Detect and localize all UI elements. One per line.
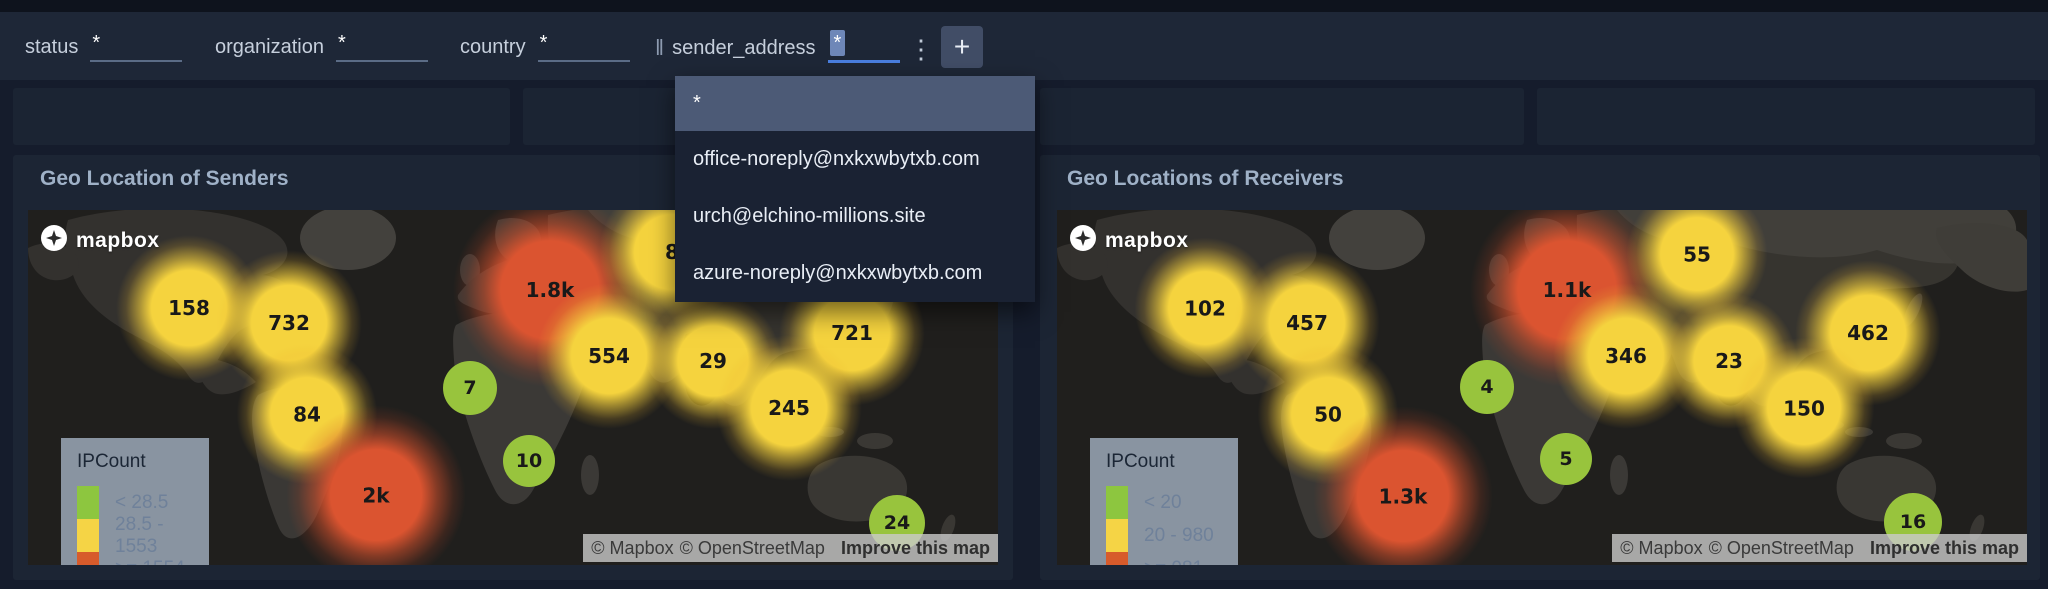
mapbox-logo[interactable]: mapbox <box>40 224 160 257</box>
improve-map-link[interactable]: Improve this map <box>1870 538 2019 559</box>
map-cluster-bubble[interactable]: 7 <box>443 361 497 415</box>
dropdown-option[interactable]: urch@elchino-millions.site <box>675 188 1035 245</box>
panel-fragment <box>1040 88 1524 145</box>
filter-country[interactable]: country * <box>460 28 630 62</box>
map-cluster-bubble[interactable]: 5 <box>1540 433 1592 485</box>
panel-geo-receivers: Geo Locations of Receivers 102 457 1.1k 55 3… <box>1040 155 2040 580</box>
filter-label: organization <box>215 36 324 58</box>
mapbox-attribution-link[interactable]: © Mapbox <box>1620 538 1702 559</box>
legend-label: >= 1554 <box>115 558 185 566</box>
legend-label: < 28.5 <box>115 491 169 513</box>
mapbox-logo-text: mapbox <box>76 228 160 252</box>
legend-swatch <box>1106 519 1128 552</box>
mapbox-logo[interactable]: mapbox <box>1069 224 1189 257</box>
legend-label: >= 981 <box>1144 558 1203 566</box>
mapbox-logo-text: mapbox <box>1105 228 1189 252</box>
legend-entry: 20 - 980 <box>1106 519 1238 552</box>
improve-map-link[interactable]: Improve this map <box>841 538 990 559</box>
legend-label: 20 - 980 <box>1144 524 1214 546</box>
legend-label: < 20 <box>1144 491 1182 513</box>
panel-title: Geo Locations of Receivers <box>1067 167 1344 190</box>
legend-entries: < 20 20 - 980 >= 981 <box>1106 486 1238 565</box>
selected-text: * <box>829 30 846 56</box>
panel-title: Geo Location of Senders <box>40 167 289 190</box>
legend-entry: < 20 <box>1106 486 1238 519</box>
mapbox-attribution-link[interactable]: © Mapbox <box>591 538 673 559</box>
kebab-menu-icon[interactable]: ⋮ <box>908 36 934 62</box>
legend-swatch <box>77 519 99 552</box>
receivers-map[interactable]: 102 457 1.1k 55 346 23 462 150 50 4 5 1.3k 16 mapbox… <box>1057 210 2027 565</box>
map-attribution: © Mapbox © OpenStreetMap Improve this ma… <box>1612 534 2027 562</box>
osm-attribution-link[interactable]: © OpenStreetMap <box>680 538 825 559</box>
legend-swatch <box>77 552 99 565</box>
panel-fragment <box>1537 88 2035 145</box>
filter-sender-address[interactable]: ‖ sender_address * <box>655 28 900 63</box>
mapbox-logo-icon <box>1069 224 1097 257</box>
add-filter-button[interactable]: + <box>941 26 983 68</box>
map-attribution: © Mapbox © OpenStreetMap Improve this ma… <box>583 534 998 562</box>
filter-bar: status * organization * country * ‖ send… <box>0 12 2048 80</box>
legend-entry: 28.5 - 1553 <box>77 514 209 557</box>
top-strip <box>0 0 2048 12</box>
map-cluster-bubble[interactable]: 150 <box>1731 335 1877 481</box>
map-cluster-bubble[interactable]: 245 <box>714 333 864 483</box>
legend-swatch <box>1106 486 1128 519</box>
mapbox-logo-icon <box>40 224 68 257</box>
osm-attribution-link[interactable]: © OpenStreetMap <box>1709 538 1854 559</box>
filter-label: status <box>25 36 79 58</box>
filter-status[interactable]: status * <box>25 28 183 62</box>
filter-value-input[interactable]: * <box>90 28 183 62</box>
legend-swatch <box>77 486 99 519</box>
map-cluster-bubble[interactable]: 4 <box>1460 360 1514 414</box>
panel-fragment <box>13 88 510 145</box>
dropdown-option[interactable]: office-noreply@nxkxwbytxb.com <box>675 131 1035 188</box>
sender-address-input[interactable]: * <box>827 28 900 63</box>
sender-address-dropdown: * office-noreply@nxkxwbytxb.com urch@elc… <box>675 76 1035 302</box>
legend-title: IPCount <box>1106 451 1175 472</box>
legend-swatch <box>1106 552 1128 565</box>
legend-entry: >= 981 <box>1106 552 1238 565</box>
legend-entries: < 28.528.5 - 1553>= 1554 <box>77 486 209 565</box>
dropdown-option[interactable]: * <box>675 76 1035 131</box>
filter-label: country <box>460 36 526 58</box>
dashboard: status * organization * country * ‖ send… <box>0 0 2048 589</box>
filter-value-input[interactable]: * <box>335 28 428 62</box>
ipcount-legend: IPCount < 20 20 - 980 >= 981 <box>1090 438 1238 565</box>
dropdown-option[interactable]: azure-noreply@nxkxwbytxb.com <box>675 245 1035 302</box>
drag-handle-icon[interactable]: ‖ <box>655 33 664 63</box>
filter-label: sender_address <box>672 37 816 59</box>
map-cluster-bubble[interactable]: 10 <box>503 435 555 487</box>
legend-label: 28.5 - 1553 <box>115 513 164 557</box>
filter-organization[interactable]: organization * <box>215 28 428 62</box>
legend-title: IPCount <box>77 451 146 472</box>
filter-value-input[interactable]: * <box>537 28 630 62</box>
ipcount-legend: IPCount < 28.528.5 - 1553>= 1554 <box>61 438 209 565</box>
